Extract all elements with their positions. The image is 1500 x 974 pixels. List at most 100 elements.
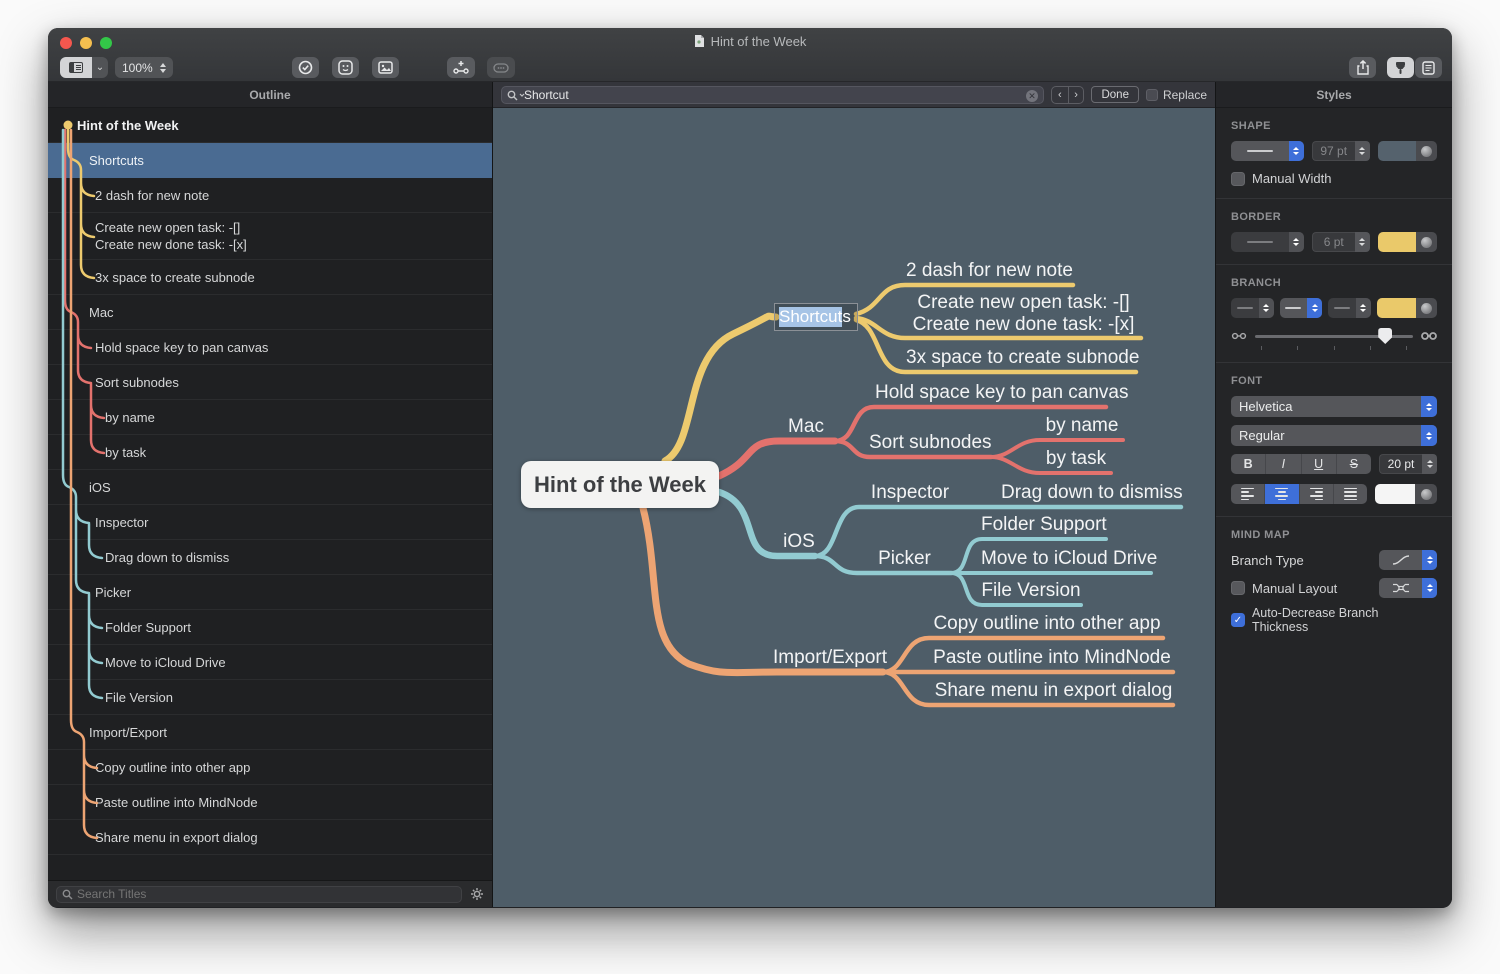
node-share-menu[interactable]: Share menu in export dialog	[931, 680, 1176, 702]
shape-style-dropdown[interactable]	[1231, 141, 1304, 161]
manual-layout-option[interactable]: Manual Layout	[1231, 581, 1337, 596]
node-move-icloud[interactable]: Move to iCloud Drive	[981, 548, 1151, 570]
find-done-button[interactable]: Done	[1091, 86, 1139, 103]
outline-item[interactable]: Sort subnodes	[48, 365, 492, 400]
shape-color-swatch[interactable]	[1378, 141, 1416, 161]
node-create-task[interactable]: Create new open task: -[] Create new don…	[906, 292, 1141, 336]
align-right-button[interactable]	[1299, 484, 1333, 504]
branch-type-dropdown[interactable]	[1379, 550, 1437, 570]
shape-width-stepper[interactable]: 97 pt	[1312, 141, 1370, 161]
find-input[interactable]	[524, 88, 1021, 102]
outline-item[interactable]: Share menu in export dialog	[48, 820, 492, 855]
border-color-well[interactable]	[1378, 232, 1437, 252]
node-by-task[interactable]: by task	[1041, 448, 1111, 470]
node-picker[interactable]: Picker	[858, 548, 951, 570]
task-button[interactable]	[292, 57, 319, 78]
outline-item[interactable]: 3x space to create subnode	[48, 260, 492, 295]
font-color-well[interactable]	[1375, 484, 1437, 504]
branch-color-well[interactable]	[1377, 298, 1437, 318]
node-root[interactable]: Hint of the Week	[521, 461, 719, 508]
find-field[interactable]: ✕	[501, 86, 1044, 104]
outline-view-toggle-icon[interactable]	[60, 57, 92, 78]
node-ios[interactable]: iOS	[769, 531, 829, 553]
outline-item-ios[interactable]: iOS	[48, 470, 492, 505]
outline-item[interactable]: Inspector	[48, 505, 492, 540]
styles-panel-button[interactable]	[1387, 57, 1414, 78]
color-wheel-icon[interactable]	[1416, 298, 1437, 318]
manual-layout-checkbox[interactable]	[1231, 581, 1245, 595]
outline-item-importexport[interactable]: Import/Export	[48, 715, 492, 750]
stepper-arrows-icon[interactable]	[160, 63, 166, 73]
replace-option[interactable]: Replace	[1146, 88, 1207, 102]
node-sort-subnodes[interactable]: Sort subnodes	[869, 432, 991, 454]
stepper-arrows-icon[interactable]	[1355, 141, 1370, 161]
auto-decrease-checkbox[interactable]: ✓	[1231, 613, 1245, 627]
node-importexport[interactable]: Import/Export	[773, 647, 885, 669]
node-by-name[interactable]: by name	[1041, 415, 1123, 437]
sticker-button[interactable]	[332, 57, 359, 78]
notes-panel-button[interactable]	[1415, 57, 1442, 78]
node-3x-space[interactable]: 3x space to create subnode	[906, 347, 1136, 369]
border-width-stepper[interactable]: 6 pt	[1312, 232, 1370, 252]
node-shortcuts-editing[interactable]: Shortcuts	[774, 303, 858, 331]
node-paste-outline[interactable]: Paste outline into MindNode	[931, 647, 1173, 669]
outline-item[interactable]: Drag down to dismiss	[48, 540, 492, 575]
bold-button[interactable]: B	[1231, 454, 1265, 474]
branch-thickness-slider[interactable]	[1255, 328, 1413, 344]
node-drag-dismiss[interactable]: Drag down to dismiss	[1001, 482, 1181, 504]
add-node-button[interactable]	[447, 57, 475, 78]
outline-item[interactable]: Folder Support	[48, 610, 492, 645]
outline-item[interactable]: Create new open task: -[]Create new done…	[48, 213, 492, 260]
auto-decrease-option[interactable]: ✓ Auto-Decrease Branch Thickness	[1231, 606, 1437, 634]
font-family-dropdown[interactable]: Helvetica	[1231, 396, 1437, 417]
connection-button[interactable]	[487, 57, 515, 78]
layout-dropdown[interactable]	[1379, 578, 1437, 598]
font-style-dropdown[interactable]: Regular	[1231, 425, 1437, 446]
outline-item[interactable]: by name	[48, 400, 492, 435]
view-toggle[interactable]: ⌄	[60, 57, 108, 78]
node-inspector[interactable]: Inspector	[865, 482, 955, 504]
node-hold-space[interactable]: Hold space key to pan canvas	[875, 382, 1106, 404]
color-wheel-icon[interactable]	[1416, 141, 1437, 161]
italic-button[interactable]: I	[1265, 454, 1300, 474]
clear-icon[interactable]: ✕	[1026, 90, 1038, 102]
node-file-version[interactable]: File Version	[981, 580, 1081, 602]
find-next-button[interactable]: ›	[1068, 87, 1084, 103]
font-color-swatch[interactable]	[1375, 484, 1415, 504]
color-wheel-icon[interactable]	[1415, 484, 1437, 504]
font-size-stepper[interactable]: 20 pt	[1379, 454, 1437, 474]
media-button[interactable]	[372, 57, 399, 78]
manual-width-checkbox[interactable]	[1231, 172, 1245, 186]
branch-style-dropdown-1[interactable]	[1231, 298, 1274, 318]
underline-button[interactable]: U	[1301, 454, 1336, 474]
outline-item[interactable]: Paste outline into MindNode	[48, 785, 492, 820]
strikethrough-button[interactable]: S	[1336, 454, 1371, 474]
stepper-arrows-icon[interactable]	[1355, 232, 1370, 252]
gear-icon[interactable]	[470, 887, 484, 901]
outline-item[interactable]: 2 dash for new note	[48, 178, 492, 213]
outline-item[interactable]: Picker	[48, 575, 492, 610]
share-button[interactable]	[1349, 57, 1376, 78]
slider-thumb[interactable]	[1378, 328, 1392, 344]
border-color-swatch[interactable]	[1378, 232, 1416, 252]
node-2dash[interactable]: 2 dash for new note	[906, 260, 1073, 282]
outline-item-mac[interactable]: Mac	[48, 295, 492, 330]
stepper-arrows-icon[interactable]	[1422, 454, 1437, 474]
color-wheel-icon[interactable]	[1416, 232, 1437, 252]
search-titles-input[interactable]	[56, 886, 462, 903]
outline-item[interactable]: Copy outline into other app	[48, 750, 492, 785]
branch-color-swatch[interactable]	[1377, 298, 1416, 318]
outline-item-shortcuts[interactable]: Shortcuts	[48, 143, 492, 178]
align-left-button[interactable]	[1231, 484, 1264, 504]
border-style-dropdown[interactable]	[1231, 232, 1304, 252]
chevron-down-icon[interactable]: ⌄	[92, 57, 108, 78]
manual-width-option[interactable]: Manual Width	[1231, 171, 1437, 186]
mindmap-canvas[interactable]: Hint of the Week Shortcuts 2 dash for ne…	[493, 108, 1215, 907]
outline-item[interactable]: File Version	[48, 680, 492, 715]
align-center-button[interactable]	[1264, 484, 1298, 504]
replace-checkbox[interactable]	[1146, 89, 1158, 101]
align-justify-button[interactable]	[1333, 484, 1367, 504]
node-mac[interactable]: Mac	[771, 416, 841, 438]
find-previous-button[interactable]: ‹	[1052, 87, 1068, 103]
zoom-stepper[interactable]: 100%	[115, 57, 173, 78]
